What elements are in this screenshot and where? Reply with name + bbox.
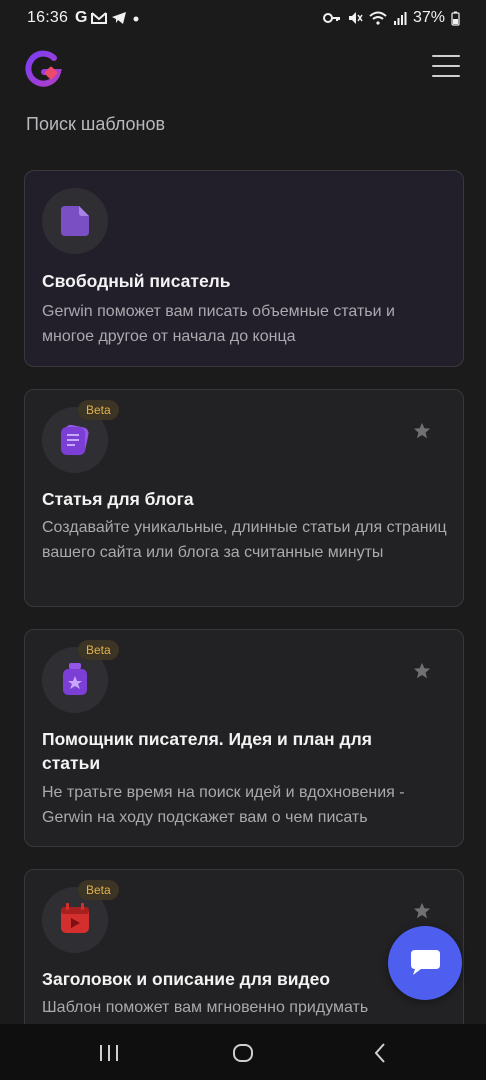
key-icon: [322, 13, 340, 23]
recents-icon[interactable]: [96, 1040, 122, 1066]
mute-icon: [348, 12, 363, 24]
card-icon-container: [42, 188, 108, 254]
card-description: Не тратьте время на поиск идей и вдохнов…: [42, 784, 405, 826]
star-icon[interactable]: [413, 902, 431, 920]
gerwin-logo[interactable]: [22, 48, 64, 90]
chat-button[interactable]: [388, 926, 462, 1000]
document-icon: [61, 206, 89, 236]
beta-badge: Beta: [78, 880, 119, 900]
battery-percentage: 37%: [412, 9, 445, 26]
template-list: Свободный писатель Gerwin поможет вам пи…: [0, 152, 486, 1024]
signal-icon: [393, 12, 407, 25]
star-icon[interactable]: [413, 422, 431, 440]
template-card[interactable]: Beta Помощник писателя. Идея и план для …: [24, 629, 464, 847]
system-icons: 37%: [322, 9, 460, 27]
home-icon[interactable]: [230, 1040, 256, 1066]
wifi-icon: [369, 11, 387, 25]
star-icon[interactable]: [413, 662, 431, 680]
battery-icon: [451, 11, 460, 26]
card-title: Заголовок и описание для видео: [42, 969, 331, 989]
gmail-icon: [91, 12, 108, 24]
card-title: Помощник писателя. Идея и план для стать…: [42, 729, 372, 773]
notification-icons: G: [75, 9, 141, 27]
status-time: 16:36: [27, 9, 69, 26]
search-label: Поиск шаблонов: [26, 114, 166, 134]
template-search[interactable]: Поиск шаблонов: [0, 100, 486, 153]
card-description: Gerwin поможет вам писать объемные стать…: [42, 303, 395, 345]
app-header: [0, 36, 486, 100]
system-nav-bar: [0, 1024, 486, 1080]
telegram-icon: [112, 12, 127, 24]
dot-icon: [133, 16, 139, 22]
status-bar: 16:36 G 37%: [0, 0, 486, 36]
card-description: Создавайте уникальные, длинные статьи дл…: [42, 519, 447, 561]
beta-badge: Beta: [78, 400, 119, 420]
back-icon[interactable]: [368, 1040, 394, 1066]
beta-badge: Beta: [78, 640, 119, 660]
card-description: Шаблон поможет вам мгновенно придумать: [42, 999, 369, 1016]
hamburger-menu-icon[interactable]: [432, 55, 460, 79]
card-title: Свободный писатель: [42, 271, 231, 291]
google-icon: G: [75, 9, 88, 26]
template-card[interactable]: Свободный писатель Gerwin поможет вам пи…: [24, 170, 464, 367]
card-title: Статья для блога: [42, 489, 194, 509]
template-card[interactable]: Beta Статья для блога Создавайте уникаль…: [24, 389, 464, 607]
chat-bubble-icon: [411, 950, 440, 975]
